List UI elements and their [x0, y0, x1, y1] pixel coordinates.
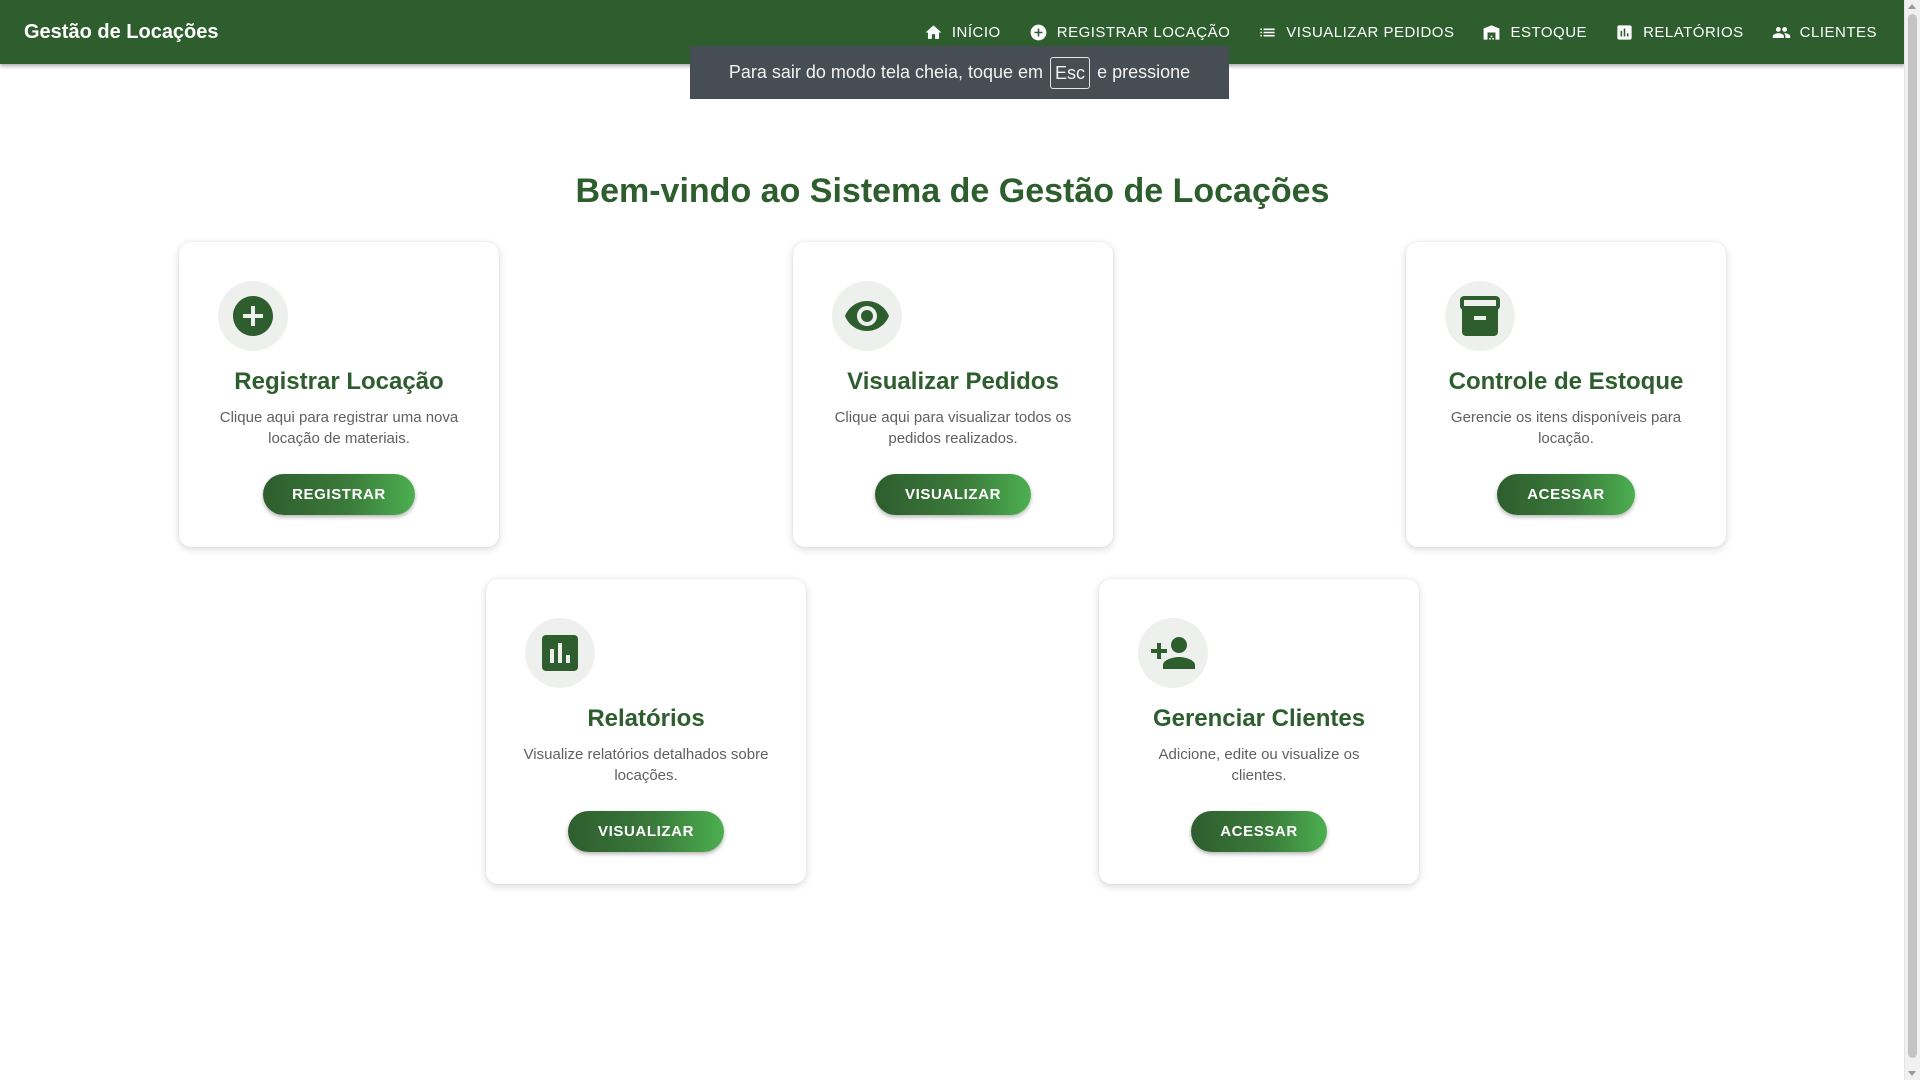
- scroll-up-arrow-icon[interactable]: [1908, 4, 1916, 9]
- people-icon: [1772, 26, 1790, 38]
- list-icon: [1260, 28, 1275, 36]
- acessar-estoque-button[interactable]: ACESSAR: [1497, 474, 1635, 515]
- nav-item-visualizar-pedidos[interactable]: VISUALIZAR PEDIDOS: [1248, 14, 1464, 50]
- scroll-down-arrow-icon[interactable]: [1908, 1071, 1916, 1076]
- nav-item-estoque[interactable]: ESTOQUE: [1472, 14, 1597, 50]
- warehouse-icon: [1484, 24, 1500, 40]
- eye-icon: [845, 301, 889, 331]
- card-title: Gerenciar Clientes: [1152, 705, 1366, 732]
- registrar-button[interactable]: REGISTRAR: [263, 474, 415, 515]
- home-icon: [925, 24, 942, 39]
- card-icon-badge: [1445, 281, 1515, 351]
- scrollbar-thumb[interactable]: [1908, 14, 1917, 1058]
- esc-key-hint: Esc: [1050, 56, 1091, 89]
- card-description: Visualize relatórios detalhados sobre lo…: [523, 746, 769, 784]
- add-circle-icon: [1030, 24, 1047, 40]
- card-title: Relatórios: [587, 705, 705, 732]
- card-description: Clique aqui para visualizar todos os ped…: [834, 409, 1072, 447]
- nav-item-label: VISUALIZAR PEDIDOS: [1286, 23, 1455, 41]
- card-title: Controle de Estoque: [1448, 368, 1684, 395]
- page: Gestão de Locações INÍCIO REGISTRAR LOCA…: [0, 0, 1920, 1080]
- page-title: Bem-vindo ao Sistema de Gestão de Locaçõ…: [575, 172, 1330, 210]
- card-description: Adicione, edite ou visualize os clientes…: [1158, 746, 1360, 784]
- app-brand[interactable]: Gestão de Locações: [24, 0, 219, 64]
- bar-chart-icon: [542, 635, 578, 671]
- nav-item-clientes[interactable]: CLIENTES: [1762, 14, 1887, 50]
- toast-text-before: Para sair do modo tela cheia, toque em: [728, 62, 1044, 82]
- nav-item-registrar-locacao[interactable]: REGISTRAR LOCAÇÃO: [1019, 14, 1241, 50]
- card-description: Gerencie os itens disponíveis para locaç…: [1450, 409, 1682, 447]
- visualizar-relatorios-button[interactable]: VISUALIZAR: [568, 811, 724, 852]
- card-title: Visualizar Pedidos: [847, 368, 1059, 395]
- fullscreen-exit-toast: Para sair do modo tela cheia, toque em E…: [690, 46, 1229, 99]
- card-relatorios: Relatórios Visualize relatórios detalhad…: [486, 579, 806, 884]
- archive-icon: [1460, 296, 1500, 336]
- acessar-clientes-button[interactable]: ACESSAR: [1191, 811, 1327, 852]
- card-description: Clique aqui para registrar uma nova loca…: [219, 409, 459, 447]
- vertical-scrollbar[interactable]: [1904, 0, 1920, 1080]
- add-circle-icon: [233, 296, 273, 336]
- nav-item-inicio[interactable]: INÍCIO: [914, 14, 1011, 50]
- card-icon-badge: [525, 618, 595, 688]
- card-controle-estoque: Controle de Estoque Gerencie os itens di…: [1406, 242, 1726, 547]
- card-title: Registrar Locação: [234, 368, 444, 395]
- card-icon-badge: [832, 281, 902, 351]
- visualizar-pedidos-button[interactable]: VISUALIZAR: [875, 474, 1031, 515]
- bar-chart-icon: [1617, 24, 1632, 40]
- toast-text-after: e pressione: [1097, 62, 1191, 82]
- nav-item-relatorios[interactable]: RELATÓRIOS: [1605, 14, 1754, 50]
- card-registrar-locacao: Registrar Locação Clique aqui para regis…: [179, 242, 499, 547]
- card-icon-badge: [218, 281, 288, 351]
- nav-item-label: INÍCIO: [951, 23, 1001, 41]
- card-visualizar-pedidos: Visualizar Pedidos Clique aqui para visu…: [793, 242, 1113, 547]
- card-icon-badge: [1138, 618, 1208, 688]
- nav-item-label: REGISTRAR LOCAÇÃO: [1056, 23, 1231, 41]
- card-gerenciar-clientes: Gerenciar Clientes Adicione, edite ou vi…: [1099, 579, 1419, 884]
- nav-item-label: ESTOQUE: [1510, 23, 1588, 41]
- person-add-icon: [1151, 637, 1195, 669]
- nav-item-label: RELATÓRIOS: [1643, 23, 1744, 41]
- nav-item-label: CLIENTES: [1799, 23, 1877, 41]
